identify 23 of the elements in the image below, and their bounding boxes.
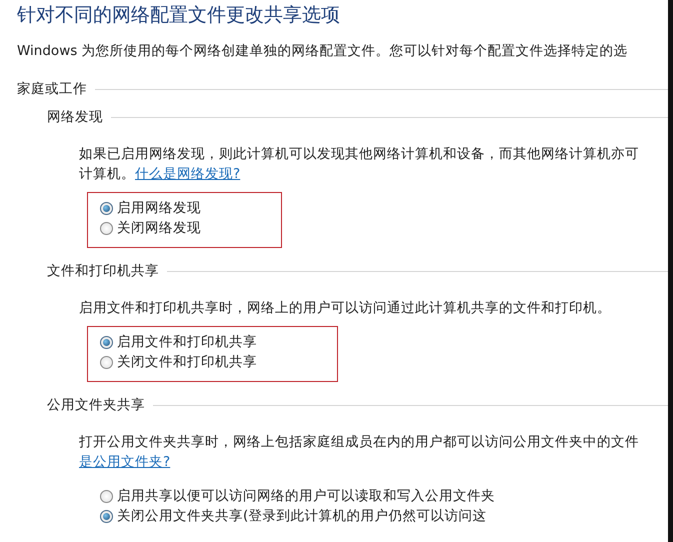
help-link[interactable]: 是公用文件夹? <box>79 454 170 470</box>
radio-option[interactable]: 关闭文件和打印机共享 <box>100 353 257 371</box>
description-text: 如果已启用网络发现，则此计算机可以发现其他网络计算机和设备，而其他网络计算机亦可 计算机。什么是网络发现? <box>79 145 640 184</box>
radio-option[interactable]: 关闭公用文件夹共享(登录到此计算机的用户仍然可以访问这 <box>100 507 495 525</box>
radio-option[interactable]: 启用文件和打印机共享 <box>100 333 257 351</box>
section-heading: 家庭或工作 <box>17 80 87 98</box>
description-text: 启用文件和打印机共享时，网络上的用户可以访问通过此计算机共享的文件和打印机。 <box>79 299 612 318</box>
page-title: 针对不同的网络配置文件更改共享选项 <box>17 3 341 28</box>
radio-icon[interactable] <box>100 356 113 368</box>
radio-icon[interactable] <box>100 510 113 522</box>
section-heading: 文件和打印机共享 <box>47 262 159 280</box>
radio-icon[interactable] <box>100 336 113 348</box>
radio-icon[interactable] <box>100 202 113 214</box>
description-text: Windows 为您所使用的每个网络创建单独的网络配置文件。您可以针对每个配置文件选择特定的选 <box>17 42 629 60</box>
section-heading: 公用文件夹共享 <box>47 396 145 414</box>
radio-icon[interactable] <box>100 222 113 234</box>
radio-option[interactable]: 关闭网络发现 <box>100 219 201 237</box>
radio-option[interactable]: 启用共享以便可以访问网络的用户可以读取和写入公用文件夹 <box>100 487 495 505</box>
radio-option[interactable]: 启用网络发现 <box>100 199 201 217</box>
radio-icon[interactable] <box>100 490 113 502</box>
section-heading: 网络发现 <box>47 108 103 126</box>
help-link[interactable]: 什么是网络发现? <box>135 166 240 182</box>
description-text: 打开公用文件夹共享时，网络上包括家庭组成员在内的用户都可以访问公用文件夹中的文件 是公用文件夹? <box>79 433 640 472</box>
